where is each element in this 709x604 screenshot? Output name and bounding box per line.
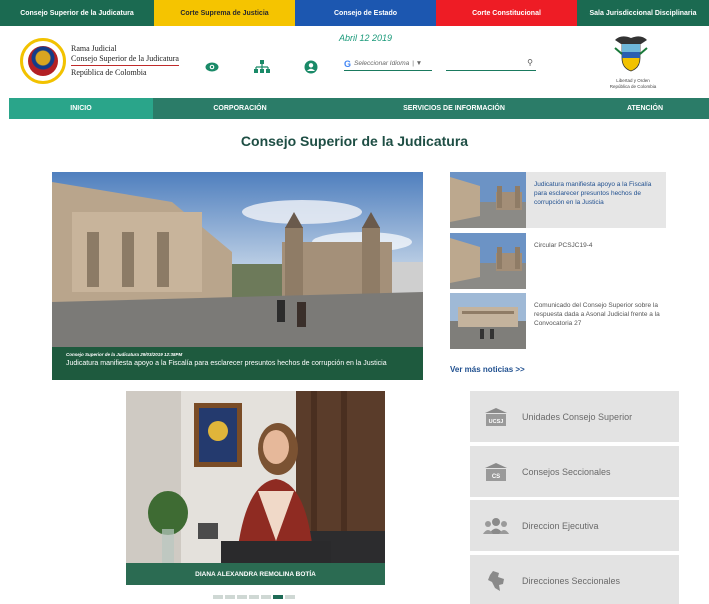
quick-link-unidades[interactable]: UCSJ Unidades Consejo Superior <box>470 391 679 442</box>
carousel-dot-active[interactable] <box>273 595 283 599</box>
nav-item-atencion[interactable]: ATENCIÓN <box>581 98 709 119</box>
nav-item-corporacion[interactable]: CORPORACIÓN <box>153 98 327 119</box>
site-header: Rama Judicial Consejo Superior de la Jud… <box>0 26 709 98</box>
top-link-corte-suprema[interactable]: Corte Suprema de Justicia <box>154 0 295 26</box>
quick-link-label: Consejos Seccionales <box>522 466 611 477</box>
caption-line-2: República de Colombia <box>609 84 657 89</box>
news-title: Judicatura manifiesta apoyo a la Fiscalí… <box>534 181 652 206</box>
carousel-dot[interactable] <box>213 595 223 599</box>
language-placeholder: Seleccionar Idioma <box>354 60 410 67</box>
carousel-dot[interactable] <box>285 595 295 599</box>
building-icon: CS <box>478 462 514 482</box>
brand-line-3: República de Colombia <box>71 68 147 77</box>
brand-line-1: Rama Judicial <box>71 44 117 53</box>
search-input[interactable]: ⚲ <box>446 57 536 71</box>
carousel-dot[interactable] <box>237 595 247 599</box>
featured-news-hero[interactable]: Consejo Superior de la Judicatura 29/03/… <box>52 172 423 380</box>
news-item[interactable]: Comunicado del Consejo Superior sobre la… <box>450 293 666 349</box>
hero-meta: Consejo Superior de la Judicatura 29/03/… <box>66 352 183 357</box>
page-title: Consejo Superior de la Judicatura <box>240 133 469 149</box>
carousel-dot[interactable] <box>225 595 235 599</box>
quick-link-label: Direccion Ejecutiva <box>522 520 599 531</box>
quick-link-label: Direcciones Seccionales <box>522 575 621 586</box>
top-links-bar: Consejo Superior de la Judicatura Corte … <box>0 0 709 26</box>
coat-of-arms-caption: Libertad y Orden República de Colombia <box>605 78 661 90</box>
nav-item-servicios[interactable]: SERVICIOS DE INFORMACIÓN <box>327 98 581 119</box>
colombia-map-icon <box>478 570 514 592</box>
news-thumbnail <box>450 293 526 349</box>
google-g-icon: G <box>344 58 352 69</box>
top-link-consejo-estado[interactable]: Consejo de Estado <box>295 0 436 26</box>
carousel-dot[interactable] <box>261 595 271 599</box>
ucsj-text: UCSJ <box>489 419 504 425</box>
quick-link-direccion-ejecutiva[interactable]: Direccion Ejecutiva <box>470 500 679 551</box>
current-date: Abril 12 2019 <box>339 33 393 43</box>
news-item[interactable]: Judicatura manifiesta apoyo a la Fiscalí… <box>450 172 666 228</box>
news-title: Comunicado del Consejo Superior sobre la… <box>534 302 660 327</box>
nav-item-inicio[interactable]: INICIO <box>9 98 153 119</box>
news-item[interactable]: Circular PCSJC19-4 <box>450 233 666 289</box>
rama-judicial-logo[interactable] <box>20 38 66 84</box>
cs-text: CS <box>492 474 500 480</box>
top-link-sala-disciplinaria[interactable]: Sala Jurisdiccional Disciplinaria <box>577 0 709 26</box>
search-icon[interactable]: ⚲ <box>527 58 533 67</box>
news-thumbnail <box>450 172 526 228</box>
sitemap-icon[interactable] <box>254 60 270 74</box>
carousel-indicators <box>213 595 295 599</box>
building-icon: UCSJ <box>478 407 514 427</box>
eye-icon[interactable] <box>205 60 219 74</box>
chevron-down-icon: | ▼ <box>412 60 423 67</box>
top-link-consejo-superior[interactable]: Consejo Superior de la Judicatura <box>0 0 154 26</box>
portrait-photo <box>126 391 385 585</box>
brand-line-2: Consejo Superior de la Judicatura <box>71 54 179 66</box>
colombia-coat-of-arms-icon <box>614 36 648 72</box>
main-nav: INICIO CORPORACIÓN SERVICIOS DE INFORMAC… <box>9 98 709 119</box>
quick-link-label: Unidades Consejo Superior <box>522 411 633 422</box>
hero-caption: Consejo Superior de la Judicatura 29/03/… <box>52 347 423 380</box>
carousel-dot[interactable] <box>249 595 259 599</box>
hero-title[interactable]: Judicatura manifiesta apoyo a la Fiscalí… <box>66 360 409 367</box>
people-group-icon <box>478 517 514 535</box>
user-account-icon[interactable] <box>304 60 318 74</box>
top-link-corte-constitucional[interactable]: Corte Constitucional <box>436 0 577 26</box>
more-news-link[interactable]: Ver más noticias >> <box>450 365 525 374</box>
language-selector[interactable]: G Seleccionar Idioma | ▼ <box>344 57 432 71</box>
news-title: Circular PCSJC19-4 <box>534 242 593 249</box>
portrait-caption: DIANA ALEXANDRA REMOLINA BOTÍA <box>126 563 385 585</box>
brand-text: Rama Judicial Consejo Superior de la Jud… <box>71 44 179 78</box>
logo-emblem <box>28 46 58 76</box>
quick-link-consejos[interactable]: CS Consejos Seccionales <box>470 446 679 497</box>
featured-person-card[interactable]: DIANA ALEXANDRA REMOLINA BOTÍA <box>126 391 385 585</box>
quick-link-direcciones-seccionales[interactable]: Direcciones Seccionales <box>470 555 679 604</box>
news-thumbnail <box>450 233 526 289</box>
